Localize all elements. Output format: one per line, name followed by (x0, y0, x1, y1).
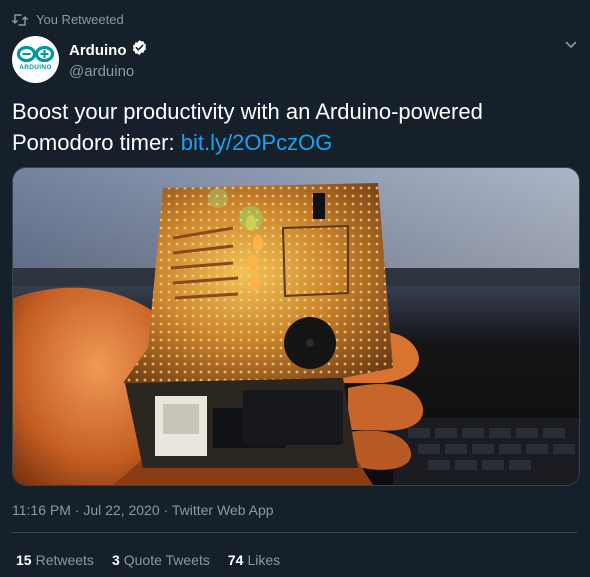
meta-separator: · (163, 502, 169, 518)
arduino-logo-icon (16, 45, 55, 63)
quote-tweets-stat[interactable]: 3 Quote Tweets (112, 552, 210, 568)
tweet-text: Boost your productivity with an Arduino-… (12, 96, 572, 158)
verified-badge-icon (131, 39, 148, 61)
divider (12, 532, 578, 533)
quote-tweets-count: 3 (111, 552, 120, 568)
tweet-stats: 15 Retweets 3 Quote Tweets 74 Likes (16, 552, 280, 568)
tweet-date[interactable]: Jul 22, 2020 (83, 502, 159, 518)
tweet-link[interactable]: bit.ly/2OPczOG (181, 130, 333, 155)
likes-count: 74 (227, 552, 244, 568)
retweet-context: You Retweeted (12, 12, 124, 27)
tweet-header: ARDUINO Arduino @arduino (12, 36, 148, 83)
avatar-brand-text: ARDUINO (19, 64, 52, 71)
tweet-time[interactable]: 11:16 PM (12, 502, 71, 518)
retweets-stat[interactable]: 15 Retweets (16, 552, 94, 568)
retweets-label: Retweets (35, 552, 94, 568)
likes-label: Likes (247, 552, 281, 568)
meta-separator: · (74, 502, 80, 518)
tweet-source[interactable]: Twitter Web App (172, 502, 274, 518)
user-handle[interactable]: @arduino (69, 63, 148, 80)
tweet-media-photo[interactable] (12, 167, 580, 486)
retweet-context-label: You Retweeted (36, 12, 124, 27)
retweets-count: 15 (16, 552, 32, 568)
quote-tweets-label: Quote Tweets (123, 552, 210, 568)
display-name[interactable]: Arduino (69, 42, 127, 59)
avatar[interactable]: ARDUINO (12, 36, 59, 83)
chevron-down-icon[interactable] (564, 38, 578, 57)
retweet-icon (12, 13, 28, 26)
tweet-metadata: 11:16 PM · Jul 22, 2020 · Twitter Web Ap… (12, 502, 274, 518)
likes-stat[interactable]: 74 Likes (228, 552, 280, 568)
